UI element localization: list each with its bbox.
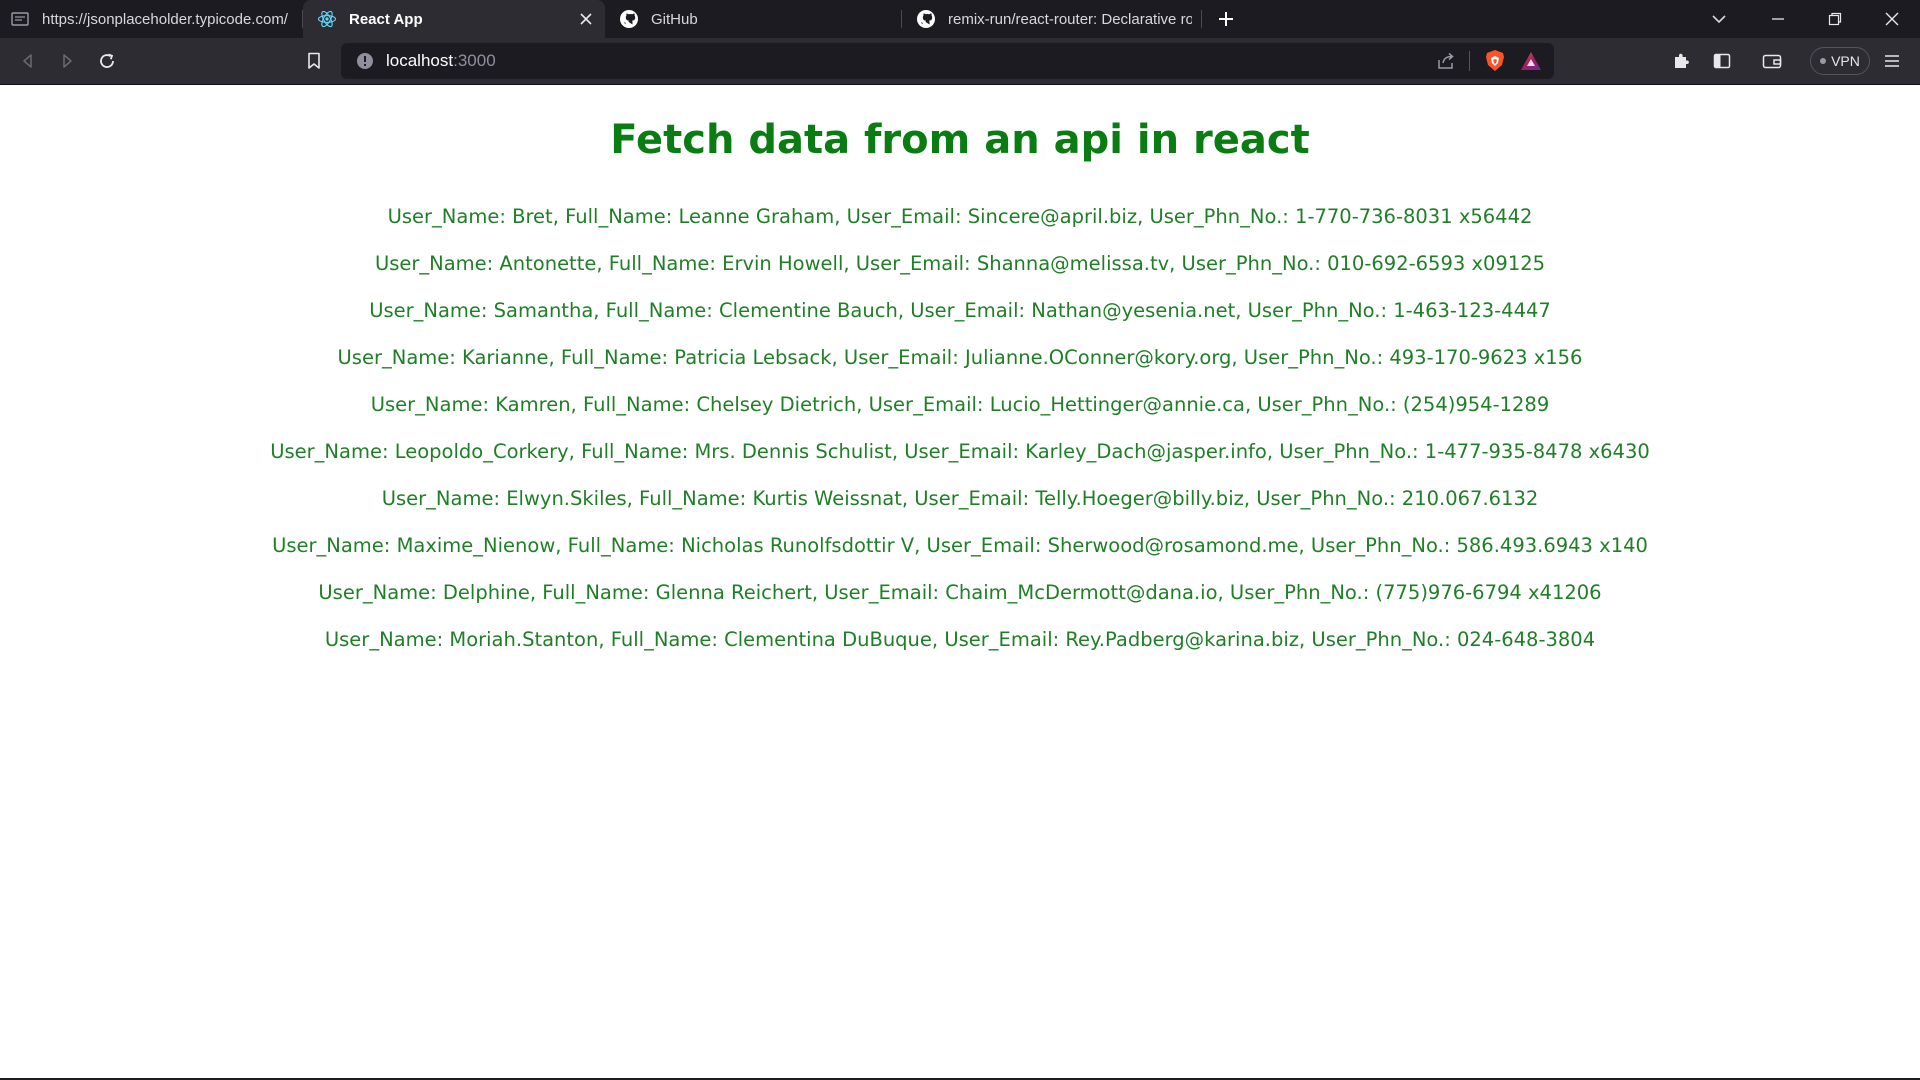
hamburger-menu-icon [1885,55,1899,67]
restore-icon [1828,12,1841,26]
menu-button[interactable] [1876,45,1908,77]
forward-button[interactable] [51,45,83,77]
close-window-button[interactable] [1863,0,1920,38]
back-arrow-icon [23,54,32,68]
divider [1469,51,1470,71]
close-icon [1885,12,1898,26]
reload-icon [100,53,114,68]
minimize-icon [1771,18,1784,20]
vpn-label: VPN [1831,53,1860,69]
chevron-down-icon [1712,15,1726,24]
user-item: User_Name: Kamren, Full_Name: Chelsey Di… [370,393,1550,416]
close-tab-icon[interactable] [577,10,595,28]
react-icon [317,9,337,29]
tab-title: remix-run/react-router: Declarative rou [948,10,1192,28]
document-icon [10,9,30,29]
reload-button[interactable] [91,45,123,77]
url-text: localhost:3000 [386,51,496,71]
tab-react-router[interactable]: remix-run/react-router: Declarative rou [902,0,1202,38]
share-icon[interactable] [1431,46,1461,76]
address-bar-actions [1425,43,1546,79]
github-icon [619,9,639,29]
back-button[interactable] [12,45,44,77]
tab-title: React App [349,10,423,28]
user-item: User_Name: Moriah.Stanton, Full_Name: Cl… [324,628,1596,651]
user-list: User_Name: Bret, Full_Name: Leanne Graha… [0,193,1920,663]
bookmark-icon [308,52,320,69]
tab-list-button[interactable] [1694,0,1744,38]
forward-arrow-icon [63,54,72,68]
user-item: User_Name: Maxime_Nienow, Full_Name: Nic… [272,534,1648,557]
tab-title: https://jsonplaceholder.typicode.com/ [42,10,288,28]
minimize-button[interactable] [1749,0,1806,38]
user-item: User_Name: Samantha, Full_Name: Clementi… [369,299,1551,322]
url-host: localhost [386,51,454,70]
site-info-icon[interactable] [354,50,376,72]
tab-separator [1201,10,1202,28]
window-controls [1749,0,1920,38]
page-heading: Fetch data from an api in react [610,117,1310,163]
extensions-button[interactable] [1665,45,1697,77]
user-item: User_Name: Antonette, Full_Name: Ervin H… [374,252,1546,275]
user-item: User_Name: Leopoldo_Corkery, Full_Name: … [270,440,1650,463]
plus-icon [1219,12,1233,26]
user-item: User_Name: Bret, Full_Name: Leanne Graha… [387,205,1533,228]
user-item: User_Name: Delphine, Full_Name: Glenna R… [318,581,1602,604]
wallet-button[interactable] [1756,45,1788,77]
brave-rewards-icon[interactable] [1516,46,1546,76]
browser-toolbar: localhost:3000 VPN [0,38,1920,85]
tab-jsonplaceholder[interactable]: https://jsonplaceholder.typicode.com/ [0,0,303,38]
wallet-icon [1762,54,1782,69]
brave-shields-icon[interactable] [1480,46,1510,76]
bookmark-button[interactable] [298,45,330,77]
user-item: User_Name: Karianne, Full_Name: Patricia… [337,346,1583,369]
vpn-button[interactable]: VPN [1810,47,1870,75]
web-page: Fetch data from an api in react User_Nam… [0,85,1920,1078]
address-bar[interactable]: localhost:3000 [341,43,1554,79]
vpn-status-dot [1820,58,1827,64]
tab-react-app[interactable]: React App [303,0,605,38]
tab-github[interactable]: GitHub [605,0,902,38]
sidebar-icon [1713,53,1731,69]
new-tab-button[interactable] [1202,0,1250,38]
tab-strip: https://jsonplaceholder.typicode.com/ Re… [0,0,1920,38]
user-item: User_Name: Elwyn.Skiles, Full_Name: Kurt… [381,487,1539,510]
tab-title: GitHub [651,10,698,28]
url-port: :3000 [453,51,496,70]
puzzle-icon [1675,53,1689,68]
restore-button[interactable] [1806,0,1863,38]
sidebar-button[interactable] [1706,45,1738,77]
github-icon [916,9,936,29]
